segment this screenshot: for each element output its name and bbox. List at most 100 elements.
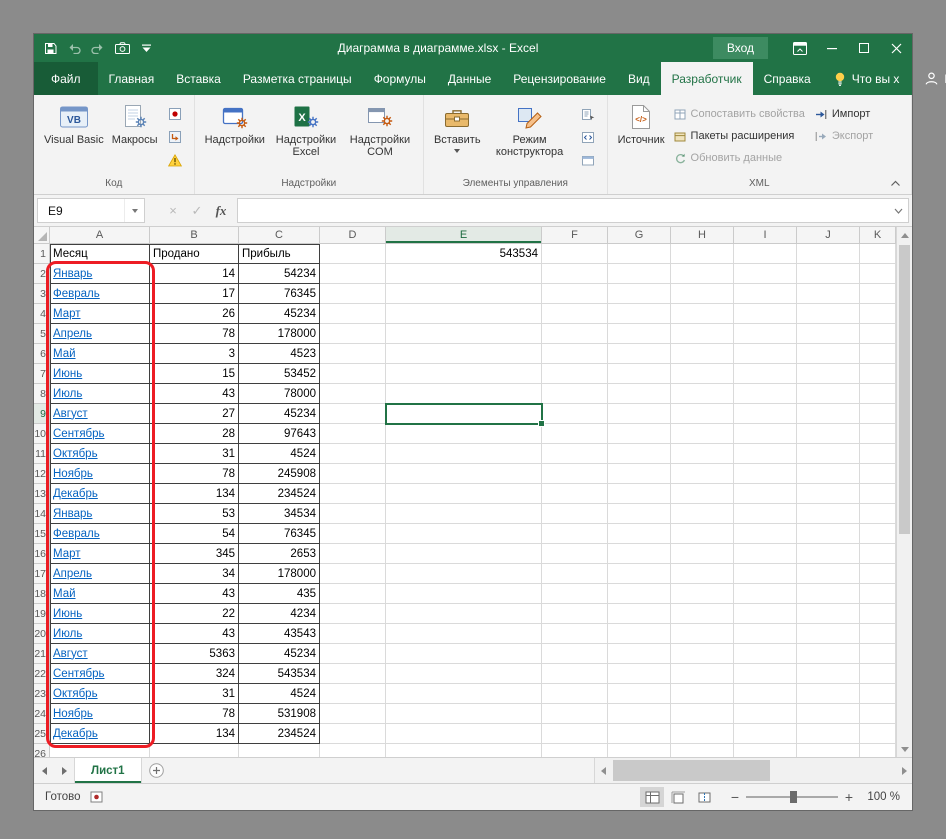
cell-E5[interactable] xyxy=(386,324,542,344)
enter-entry-button[interactable]: ✓ xyxy=(186,203,208,219)
cell-J22[interactable] xyxy=(797,664,860,684)
cell-A8[interactable]: Июль xyxy=(50,384,150,404)
relative-references-button[interactable] xyxy=(164,127,186,147)
cell-K8[interactable] xyxy=(860,384,896,404)
cell-I21[interactable] xyxy=(734,644,797,664)
cell-A5[interactable]: Апрель xyxy=(50,324,150,344)
cell-D2[interactable] xyxy=(320,264,386,284)
cell-H21[interactable] xyxy=(671,644,734,664)
cell-K13[interactable] xyxy=(860,484,896,504)
cell-I6[interactable] xyxy=(734,344,797,364)
cell-A12[interactable]: Ноябрь xyxy=(50,464,150,484)
cell-J15[interactable] xyxy=(797,524,860,544)
cell-G26[interactable] xyxy=(608,744,671,757)
cell-G8[interactable] xyxy=(608,384,671,404)
cell-D16[interactable] xyxy=(320,544,386,564)
row-header-6[interactable]: 6 xyxy=(34,344,50,364)
cell-J9[interactable] xyxy=(797,404,860,424)
view-code-button[interactable] xyxy=(577,127,599,147)
cell-B14[interactable]: 53 xyxy=(150,504,239,524)
addins-button[interactable]: Надстройки xyxy=(201,99,269,177)
properties-button[interactable] xyxy=(577,104,599,124)
cell-K10[interactable] xyxy=(860,424,896,444)
row-header-18[interactable]: 18 xyxy=(34,584,50,604)
insert-function-button[interactable]: fx xyxy=(210,203,232,219)
cell-F3[interactable] xyxy=(542,284,608,304)
xml-source-button[interactable]: </> Источник xyxy=(614,99,669,177)
cell-D19[interactable] xyxy=(320,604,386,624)
cell-G13[interactable] xyxy=(608,484,671,504)
cell-B17[interactable]: 34 xyxy=(150,564,239,584)
cell-E2[interactable] xyxy=(386,264,542,284)
cell-B11[interactable]: 31 xyxy=(150,444,239,464)
cell-A16[interactable]: Март xyxy=(50,544,150,564)
cell-A6[interactable]: Май xyxy=(50,344,150,364)
cell-H11[interactable] xyxy=(671,444,734,464)
cell-J24[interactable] xyxy=(797,704,860,724)
maximize-button[interactable] xyxy=(848,34,880,62)
zoom-in-button[interactable]: + xyxy=(840,789,858,805)
cell-K15[interactable] xyxy=(860,524,896,544)
row-header-24[interactable]: 24 xyxy=(34,704,50,724)
cell-B23[interactable]: 31 xyxy=(150,684,239,704)
name-box-dropdown-icon[interactable] xyxy=(124,199,144,222)
cell-A13[interactable]: Декабрь xyxy=(50,484,150,504)
cell-F20[interactable] xyxy=(542,624,608,644)
cell-G19[interactable] xyxy=(608,604,671,624)
cell-B2[interactable]: 14 xyxy=(150,264,239,284)
cell-H4[interactable] xyxy=(671,304,734,324)
cell-I9[interactable] xyxy=(734,404,797,424)
column-header-D[interactable]: D xyxy=(320,227,386,244)
cell-D6[interactable] xyxy=(320,344,386,364)
tab-home[interactable]: Главная xyxy=(98,62,166,95)
column-header-K[interactable]: K xyxy=(860,227,896,244)
cell-C16[interactable]: 2653 xyxy=(239,544,320,564)
cell-D24[interactable] xyxy=(320,704,386,724)
cell-C9[interactable]: 45234 xyxy=(239,404,320,424)
cell-K24[interactable] xyxy=(860,704,896,724)
cell-E20[interactable] xyxy=(386,624,542,644)
cell-F15[interactable] xyxy=(542,524,608,544)
cell-E8[interactable] xyxy=(386,384,542,404)
cell-H15[interactable] xyxy=(671,524,734,544)
cell-F12[interactable] xyxy=(542,464,608,484)
vertical-scroll-thumb[interactable] xyxy=(899,245,910,534)
cell-E12[interactable] xyxy=(386,464,542,484)
cell-I8[interactable] xyxy=(734,384,797,404)
cell-C12[interactable]: 245908 xyxy=(239,464,320,484)
cell-H12[interactable] xyxy=(671,464,734,484)
cell-F4[interactable] xyxy=(542,304,608,324)
cell-E17[interactable] xyxy=(386,564,542,584)
com-addins-button[interactable]: Надстройки COM xyxy=(343,99,417,177)
cell-K11[interactable] xyxy=(860,444,896,464)
row-header-7[interactable]: 7 xyxy=(34,364,50,384)
row-header-5[interactable]: 5 xyxy=(34,324,50,344)
cell-K16[interactable] xyxy=(860,544,896,564)
cell-H17[interactable] xyxy=(671,564,734,584)
row-header-8[interactable]: 8 xyxy=(34,384,50,404)
cell-H19[interactable] xyxy=(671,604,734,624)
cell-D21[interactable] xyxy=(320,644,386,664)
cell-A3[interactable]: Февраль xyxy=(50,284,150,304)
cell-D18[interactable] xyxy=(320,584,386,604)
camera-icon[interactable] xyxy=(110,34,134,62)
cell-E14[interactable] xyxy=(386,504,542,524)
export-button[interactable]: Экспорт xyxy=(815,126,873,146)
cell-J16[interactable] xyxy=(797,544,860,564)
cell-I3[interactable] xyxy=(734,284,797,304)
row-header-12[interactable]: 12 xyxy=(34,464,50,484)
cell-A26[interactable] xyxy=(50,744,150,757)
cell-F8[interactable] xyxy=(542,384,608,404)
cell-E21[interactable] xyxy=(386,644,542,664)
cell-B7[interactable]: 15 xyxy=(150,364,239,384)
column-header-F[interactable]: F xyxy=(542,227,608,244)
cell-A4[interactable]: Март xyxy=(50,304,150,324)
cell-K6[interactable] xyxy=(860,344,896,364)
cell-H14[interactable] xyxy=(671,504,734,524)
cell-C19[interactable]: 4234 xyxy=(239,604,320,624)
horizontal-scroll-thumb[interactable] xyxy=(613,760,770,781)
cell-D4[interactable] xyxy=(320,304,386,324)
cell-H9[interactable] xyxy=(671,404,734,424)
cell-C15[interactable]: 76345 xyxy=(239,524,320,544)
macro-record-icon[interactable] xyxy=(90,791,103,803)
